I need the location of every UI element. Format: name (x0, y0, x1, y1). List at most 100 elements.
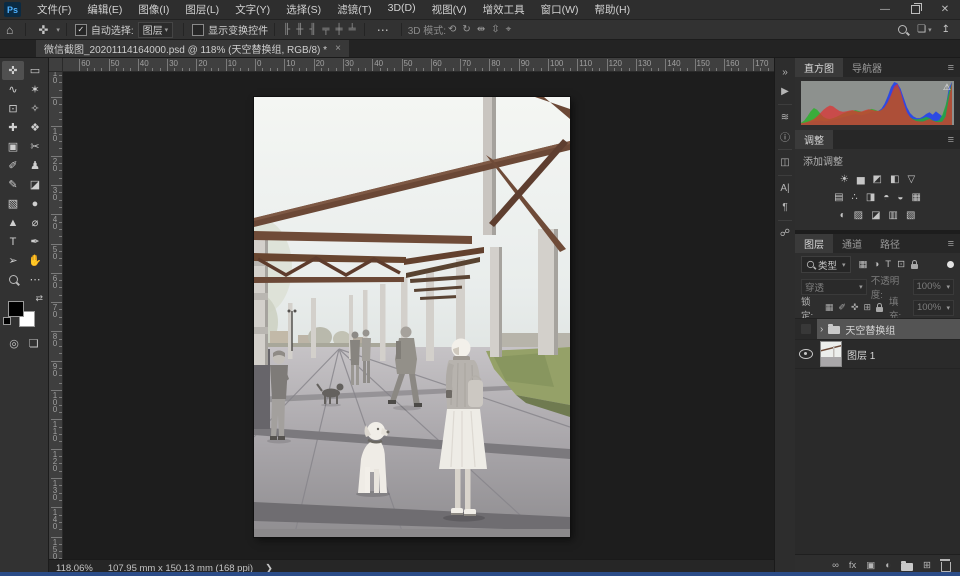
info-icon[interactable]: ⓘ (775, 127, 795, 146)
minimize-button[interactable]: — (870, 0, 900, 19)
posterize-icon[interactable]: ▨ (854, 210, 863, 221)
default-colors-icon[interactable] (3, 317, 11, 325)
clone-stamp-tool[interactable]: ♟ (24, 156, 46, 175)
channel-mixer-icon[interactable]: ◒ (897, 192, 903, 203)
threshold-icon[interactable]: ◪ (871, 210, 880, 221)
exposure-icon[interactable]: ◧ (890, 174, 899, 185)
tab-adjustments[interactable]: 调整 (795, 130, 833, 149)
horizontal-ruler[interactable]: 6050403020100102030405060708090100110120… (63, 58, 774, 71)
ruler-origin-corner[interactable] (49, 58, 63, 71)
new-adjustment-icon[interactable]: ◐ (885, 560, 891, 571)
type-tool[interactable]: T (2, 232, 24, 251)
paragraph-icon[interactable]: ¶ (775, 198, 795, 217)
layer-filter-dropdown[interactable]: 类型 ▾ (801, 256, 851, 273)
menu-item-4[interactable]: 文字(Y) (227, 2, 278, 17)
visibility-toggle[interactable] (795, 319, 817, 339)
blend-mode-dropdown[interactable]: 穿透 ▾ (801, 279, 867, 295)
lock-all-icon[interactable] (876, 307, 883, 312)
photo-filter-icon[interactable]: ◓ (883, 192, 889, 203)
magic-wand-tool[interactable]: ✶ (24, 80, 46, 99)
new-layer-icon[interactable]: ⊞ (923, 560, 931, 571)
frame-tool[interactable]: ▣ (2, 137, 24, 156)
tab-navigator[interactable]: 导航器 (843, 58, 891, 77)
layer-group-row[interactable]: ›天空替换组 (795, 319, 960, 340)
menu-item-2[interactable]: 图像(I) (130, 2, 177, 17)
screen-mode-button[interactable]: ❏ (29, 337, 39, 350)
foreground-color-swatch[interactable] (8, 301, 24, 317)
menu-item-7[interactable]: 3D(D) (380, 2, 424, 17)
layer-row-body[interactable]: 图层 1 (817, 340, 960, 368)
libraries-icon[interactable]: ◫ (775, 153, 795, 172)
align-center-v-icon[interactable]: ╪ (336, 24, 343, 35)
properties-icon[interactable]: ≋ (775, 108, 795, 127)
eraser-tool[interactable]: ◪ (24, 175, 46, 194)
filter-type-layers-icon[interactable]: T (885, 259, 891, 270)
align-bottom-icon[interactable]: ╧ (349, 24, 356, 35)
patch-tool[interactable]: ❖ (24, 118, 46, 137)
menu-item-5[interactable]: 选择(S) (278, 2, 329, 17)
drag-3d-icon[interactable]: ⇹ (477, 24, 485, 35)
menu-item-10[interactable]: 窗口(W) (533, 2, 587, 17)
more-tools[interactable]: ⋯ (24, 270, 46, 289)
document-tab[interactable]: 微信截图_20201114164000.psd @ 118% (天空替换组, R… (36, 40, 349, 57)
tab-通道[interactable]: 通道 (833, 234, 871, 253)
swap-colors-icon[interactable]: ⇄ (35, 293, 43, 304)
roll-3d-icon[interactable]: ↻ (462, 24, 470, 35)
curves-icon[interactable]: ◩ (873, 174, 882, 185)
layer-style-icon[interactable]: fx (849, 560, 856, 571)
panel-menu-icon[interactable]: ≡ (942, 130, 960, 149)
shape-tool[interactable]: ▲ (2, 213, 24, 232)
filter-smart-objects-icon[interactable] (911, 264, 918, 269)
expand-panels-icon[interactable]: » (775, 63, 795, 82)
pen-tool[interactable]: ✒ (24, 232, 46, 251)
path-select-tool[interactable]: ➢ (2, 251, 24, 270)
auto-select-dropdown[interactable]: 图层 ▾ (138, 22, 174, 38)
lock-transparency-icon[interactable]: ▦ (825, 302, 834, 313)
layer-thumbnail[interactable] (820, 341, 842, 367)
warning-icon[interactable]: ⚠ (943, 82, 951, 93)
spot-healing-tool[interactable]: ✚ (2, 118, 24, 137)
menu-item-3[interactable]: 图层(L) (177, 2, 227, 17)
character-icon[interactable]: A| (775, 179, 795, 198)
opacity-dropdown[interactable]: 100% ▾ (913, 279, 955, 295)
quick-mask-button[interactable]: ◎ (9, 337, 19, 350)
filter-adjustment-layers-icon[interactable]: ◑ (874, 259, 880, 270)
add-mask-icon[interactable]: ▣ (866, 560, 875, 571)
expander-icon[interactable]: › (820, 324, 823, 335)
share-icon[interactable]: ☍ (775, 224, 795, 243)
fill-dropdown[interactable]: 100% ▾ (913, 300, 954, 316)
menu-item-11[interactable]: 帮助(H) (587, 2, 639, 17)
auto-select-checkbox[interactable]: ✓ (75, 24, 87, 36)
workspace-switcher-button[interactable]: ❏▾ (917, 24, 931, 35)
menu-item-8[interactable]: 视图(V) (424, 2, 475, 17)
delete-layer-icon[interactable] (941, 562, 951, 572)
tab-路径[interactable]: 路径 (871, 234, 909, 253)
hue-saturation-icon[interactable]: ▤ (834, 192, 843, 203)
slide-3d-icon[interactable]: ⇳ (491, 24, 499, 35)
align-right-icon[interactable]: ╢ (309, 24, 316, 35)
invert-icon[interactable]: ◐ (840, 210, 846, 221)
pencil-tool[interactable]: ✎ (2, 175, 24, 194)
document-canvas[interactable] (254, 97, 570, 537)
visibility-toggle[interactable] (795, 340, 817, 368)
new-group-icon[interactable] (901, 563, 913, 571)
filter-pixel-layers-icon[interactable]: ▦ (859, 259, 868, 270)
layer-row-body[interactable]: ›天空替换组 (817, 319, 960, 339)
move-tool[interactable]: ✜ (2, 61, 24, 80)
orbit-3d-icon[interactable]: ⟲ (448, 24, 456, 35)
menu-item-0[interactable]: 文件(F) (29, 2, 79, 17)
lock-position-icon[interactable]: ✜ (851, 302, 859, 313)
menu-item-9[interactable]: 增效工具 (475, 2, 533, 17)
current-tool-icon[interactable]: ✜ (32, 23, 54, 37)
levels-icon[interactable]: ▅ (857, 174, 865, 185)
vertical-ruler[interactable]: 1001020304050607080901001101201301401501… (49, 72, 63, 559)
align-top-icon[interactable]: ╤ (322, 24, 329, 35)
panel-menu-icon[interactable]: ≡ (942, 58, 960, 77)
camera-3d-icon[interactable]: ⌖ (506, 24, 512, 35)
color-lookup-icon[interactable]: ▦ (911, 192, 920, 203)
eyedropper-tool[interactable]: ✧ (24, 99, 46, 118)
black-white-icon[interactable]: ◨ (866, 192, 875, 203)
marquee-tool[interactable]: ▭ (24, 61, 46, 80)
hand-tool[interactable]: ✋ (24, 251, 46, 270)
zoom-tool[interactable] (2, 270, 24, 289)
